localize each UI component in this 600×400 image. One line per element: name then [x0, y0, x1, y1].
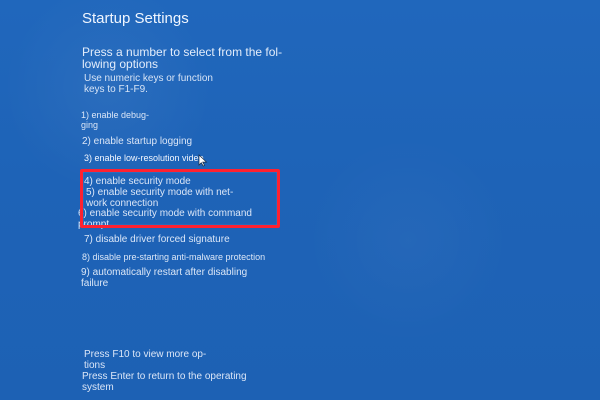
option-9[interactable]: 9) automatically restart after disabling…: [81, 267, 281, 289]
mouse-cursor-icon: [198, 154, 208, 167]
selected-options-highlight: [80, 169, 280, 228]
startup-settings-screen: Startup Settings Press a number to selec…: [0, 0, 600, 400]
instruction-text: Press a number to select from the fol- l…: [82, 45, 283, 71]
view-more-options-text[interactable]: Press F10 to view more op- tions: [84, 349, 234, 371]
option-8[interactable]: 8) disable pre-starting anti-malware pro…: [82, 252, 332, 262]
option-7[interactable]: 7) disable driver forced signature: [84, 234, 264, 245]
option-3[interactable]: 3) enable low-resolution video: [84, 153, 254, 163]
option-2[interactable]: 2) enable startup logging: [82, 136, 232, 147]
page-title: Startup Settings: [82, 10, 189, 27]
return-to-os-text[interactable]: Press Enter to return to the operating s…: [82, 371, 272, 393]
option-1[interactable]: 1) enable debug- ging: [81, 110, 181, 130]
hint-text: Use numeric keys or function keys to F1-…: [84, 73, 213, 95]
